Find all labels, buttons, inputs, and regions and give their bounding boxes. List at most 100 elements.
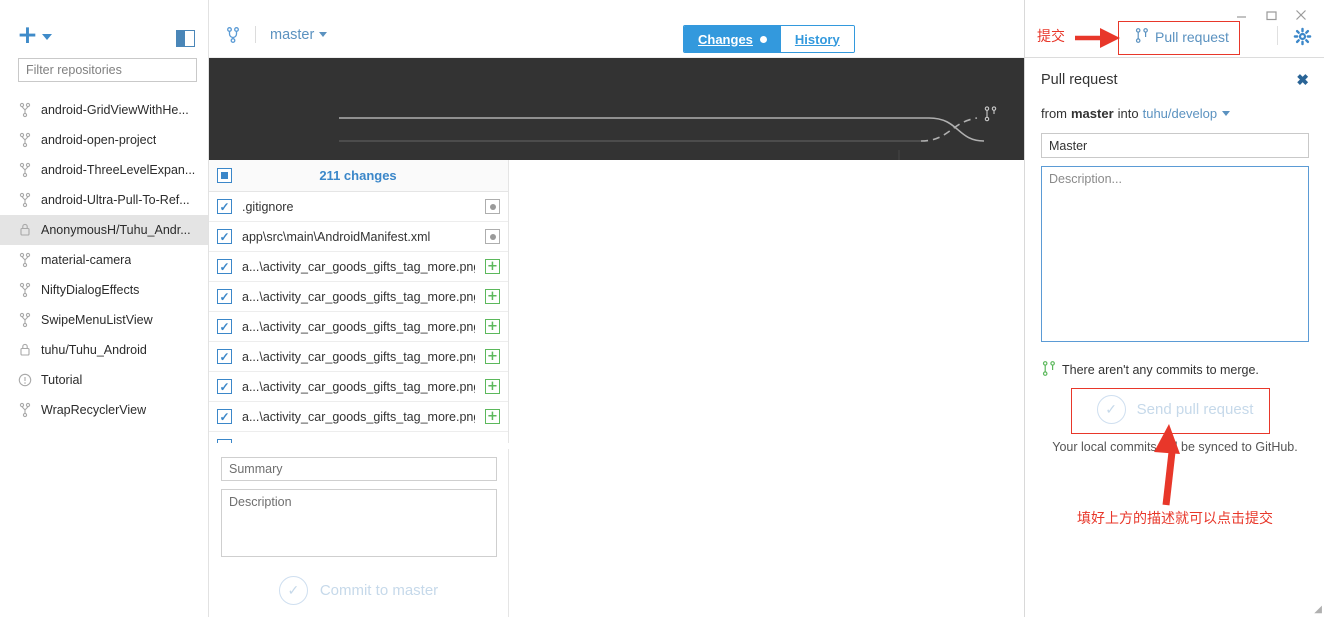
meta-target-branch: tuhu/develop: [1142, 105, 1218, 121]
table-row[interactable]: ✓ a...\activity_car_goods_gifts_tag_more…: [209, 282, 508, 312]
chevron-down-icon: [319, 32, 328, 37]
file-path-label: a...\activity_car_goods_gifts_tag_more.p…: [242, 319, 475, 334]
meta-target-branch-selector[interactable]: tuhu/develop: [1142, 105, 1231, 121]
sidebar-item-label: android-GridViewWithHe...: [41, 103, 189, 117]
sidebar-item-repository[interactable]: WrapRecyclerView: [0, 395, 208, 425]
changes-indicator-dot: [759, 35, 767, 43]
gear-icon[interactable]: [1293, 27, 1312, 50]
sidebar-header: +: [0, 0, 208, 58]
status-badge-added: +: [485, 349, 500, 364]
pull-request-button[interactable]: Pull request: [1122, 22, 1243, 52]
chevron-down-icon: [41, 33, 52, 40]
commit-summary-input[interactable]: [221, 457, 497, 481]
file-checkbox[interactable]: ✓: [217, 349, 232, 364]
file-path-label: a...\activity_car_goods_gifts_tag_more.p…: [242, 259, 475, 274]
table-row[interactable]: ✓ a...\activity_car_goods_gifts_tag_more…: [209, 312, 508, 342]
table-row[interactable]: ✓ app\src\main\AndroidManifest.xml: [209, 222, 508, 252]
meta-from-label: from: [1041, 105, 1067, 121]
sidebar-item-repository[interactable]: SwipeMenuListView: [0, 305, 208, 335]
status-badge-added: +: [485, 379, 500, 394]
sidebar-item-label: android-Ultra-Pull-To-Ref...: [41, 193, 190, 207]
pull-request-branch-meta: from master into tuhu/develop: [1025, 102, 1324, 124]
sidebar-item-repository[interactable]: android-Ultra-Pull-To-Ref...: [0, 185, 208, 215]
close-icon[interactable]: [1286, 4, 1316, 26]
sidebar-item-repository-selected[interactable]: AnonymousH/Tuhu_Andr...: [0, 215, 208, 245]
pull-request-button-label: Pull request: [1155, 29, 1229, 45]
file-path-label: a...\activity_car_goods_gifts_tag_more.p…: [242, 349, 475, 364]
status-badge-added: +: [485, 319, 500, 334]
commit-description-input[interactable]: [221, 489, 497, 557]
status-badge-modified: [485, 199, 500, 214]
file-checkbox[interactable]: ✓: [217, 379, 232, 394]
branch-icon: [18, 192, 32, 208]
branch-selector[interactable]: master: [223, 26, 328, 43]
add-repository-button[interactable]: +: [17, 20, 52, 49]
file-checkbox[interactable]: ✓: [217, 199, 232, 214]
close-icon[interactable]: ✖: [1296, 71, 1309, 89]
file-checkbox[interactable]: ✓: [217, 229, 232, 244]
minimize-icon[interactable]: [1226, 4, 1256, 26]
sidebar-item-repository[interactable]: android-GridViewWithHe...: [0, 95, 208, 125]
sidebar-item-label: WrapRecyclerView: [41, 403, 147, 417]
annotation-description-cn: 填好上方的描述就可以点击提交: [1077, 511, 1273, 527]
annotation-submit-cn: 提交: [1037, 29, 1065, 45]
sidebar-item-label: tuhu/Tuhu_Android: [41, 343, 147, 357]
commit-graph: tuhu/develop master: [209, 58, 1024, 160]
table-row[interactable]: ✓ a...\activity_car_goods_gifts_tag_more…: [209, 252, 508, 282]
file-path-label: a...\activity_car_goods_gifts_tag_more.p…: [242, 289, 475, 304]
table-row[interactable]: ✓ a...\activity_car_goods_gifts_tag_more…: [209, 372, 508, 402]
sidebar-item-label: android-open-project: [41, 133, 157, 147]
check-circle-icon: ✓: [1096, 395, 1126, 424]
maximize-icon[interactable]: [1256, 4, 1286, 26]
file-checkbox[interactable]: ✓: [217, 289, 232, 304]
tab-history[interactable]: History: [780, 26, 854, 52]
sidebar-item-repository[interactable]: android-open-project: [0, 125, 208, 155]
pull-request-icon: [1042, 361, 1055, 379]
commit-button[interactable]: ✓ Commit to master: [221, 576, 496, 605]
file-checkbox[interactable]: ✓: [217, 439, 232, 443]
table-row[interactable]: ✓ a...\activity_car_goods_gifts_tag_more…: [209, 342, 508, 372]
pull-request-header: Pull request ✖: [1025, 58, 1324, 102]
sidebar-item-repository[interactable]: android-ThreeLevelExpan...: [0, 155, 208, 185]
select-all-checkbox[interactable]: [217, 168, 232, 183]
status-badge-added: +: [485, 289, 500, 304]
panel-toggle-icon[interactable]: [176, 30, 195, 47]
sync-note-label: Your local commits will be synced to Git…: [1052, 440, 1298, 454]
tab-history-label: History: [794, 31, 840, 47]
window-controls: [1226, 4, 1316, 26]
sidebar-item-repository[interactable]: NiftyDialogEffects: [0, 275, 208, 305]
sidebar-item-repository[interactable]: material-camera: [0, 245, 208, 275]
file-path-label: a...\activity_car_goods_gifts_tag_more.p…: [242, 379, 475, 394]
alert-icon: [18, 372, 32, 388]
status-badge-added: +: [485, 259, 500, 274]
changes-list: 211 changes ✓ .gitignore ✓ app\src\main\…: [209, 160, 509, 443]
sidebar-item-repository[interactable]: tuhu/Tuhu_Android: [0, 335, 208, 365]
status-badge-modified: [485, 229, 500, 244]
sidebar-item-label: android-ThreeLevelExpan...: [41, 163, 196, 177]
search-input[interactable]: [18, 58, 197, 82]
view-tabs: Changes History: [683, 25, 855, 53]
file-checkbox[interactable]: ✓: [217, 319, 232, 334]
table-row[interactable]: ✓ .gitignore: [209, 192, 508, 222]
pull-request-description-input[interactable]: [1041, 166, 1309, 342]
send-pull-request-button[interactable]: ✓ Send pull request: [1025, 395, 1324, 424]
sidebar-item-repository[interactable]: Tutorial: [0, 365, 208, 395]
resize-grip[interactable]: ◢: [1314, 604, 1322, 615]
tab-changes[interactable]: Changes: [684, 26, 781, 52]
main-toolbar: master Changes History: [209, 0, 1024, 58]
branch-icon: [223, 26, 243, 43]
branch-name-label[interactable]: master: [270, 27, 328, 43]
table-row[interactable]: ✓ a...\activity_car_goods_gifts_tag_more…: [209, 402, 508, 432]
file-path-label: .gitignore: [242, 199, 294, 214]
file-checkbox[interactable]: ✓: [217, 409, 232, 424]
pull-request-title-input[interactable]: [1041, 133, 1309, 158]
commit-button-label: Commit to master: [319, 582, 439, 599]
divider: [1277, 26, 1278, 45]
github-desktop-window: + android-GridViewWithHe... android-o: [0, 0, 1324, 617]
meta-into-label: into: [1117, 105, 1139, 121]
plus-icon: +: [17, 20, 38, 49]
chevron-down-icon: [1222, 110, 1231, 116]
table-row-partial[interactable]: ✓: [209, 432, 508, 443]
main-area: master Changes History 211 changes ✓ .gi…: [209, 0, 1024, 617]
file-checkbox[interactable]: ✓: [217, 259, 232, 274]
